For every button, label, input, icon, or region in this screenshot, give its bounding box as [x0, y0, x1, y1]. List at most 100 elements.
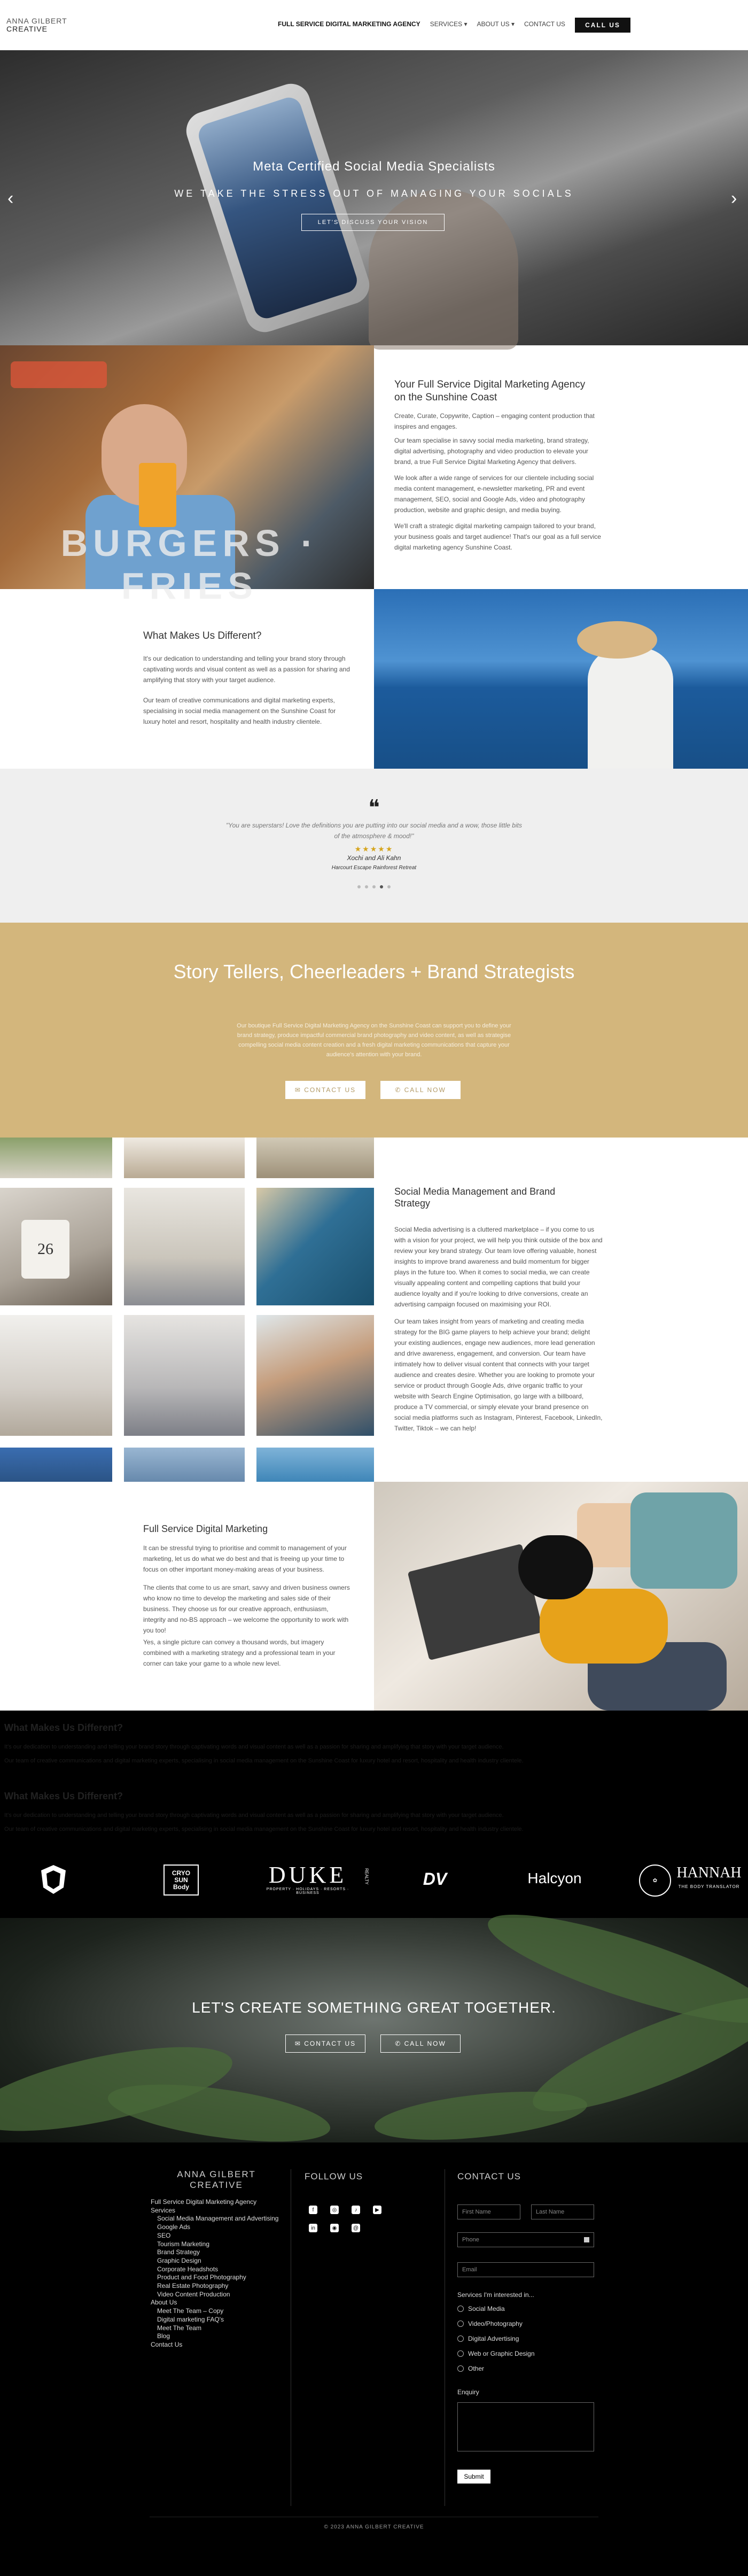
logo-cryosun: CRYO SUN Body	[163, 1865, 199, 1896]
footer-links: Full Service Digital Marketing Agency Ser…	[151, 2198, 278, 2349]
radio-web-design[interactable]: Web or Graphic Design	[457, 2350, 535, 2357]
straw-hat	[577, 621, 657, 659]
rating-stars: ★★★★★	[354, 845, 394, 853]
radio-other[interactable]: Other	[457, 2365, 484, 2372]
footer-link[interactable]: About Us	[151, 2299, 278, 2307]
instagram-icon[interactable]: ◎	[330, 2206, 339, 2214]
nav-contact[interactable]: CONTACT US	[524, 20, 565, 28]
dot[interactable]	[365, 885, 368, 888]
smm-heading: Social Media Management and Brand Strate…	[394, 1186, 556, 1209]
gold-call-button[interactable]: ✆ CALL NOW	[380, 1081, 461, 1099]
crest-icon	[41, 1865, 66, 1894]
call-us-button[interactable]: CALL US	[575, 18, 630, 33]
nav-about[interactable]: ABOUT US ▾	[477, 20, 515, 28]
linkedin-icon[interactable]: in	[309, 2224, 317, 2232]
dot-active[interactable]	[380, 885, 383, 888]
grid-desk-image	[0, 1315, 112, 1436]
lotus-icon: ✿	[639, 1865, 671, 1897]
laptop-woman-image	[374, 1482, 748, 1711]
enquiry-textarea[interactable]	[457, 2402, 594, 2451]
radio-digital-advertising[interactable]: Digital Advertising	[457, 2335, 519, 2342]
tiktok-icon[interactable]: ♪	[352, 2206, 360, 2214]
footer-link[interactable]: Digital marketing FAQ's	[151, 2316, 278, 2324]
footer-link[interactable]: Real Estate Photography	[151, 2282, 278, 2291]
radio-label: Digital Advertising	[468, 2335, 519, 2342]
cta-call-button[interactable]: ✆ CALL NOW	[380, 2035, 461, 2053]
footer-link[interactable]: Product and Food Photography	[151, 2273, 278, 2282]
footer-link[interactable]: Services	[151, 2207, 278, 2215]
yellow-shirt	[540, 1589, 668, 1664]
footer-link[interactable]: Contact Us	[151, 2341, 278, 2349]
radio-label: Web or Graphic Design	[468, 2350, 535, 2357]
footer-link[interactable]: Meet The Team	[151, 2324, 278, 2333]
radio-icon	[457, 2350, 464, 2357]
slider-next-icon[interactable]: ›	[731, 188, 737, 209]
youtube-icon[interactable]: ▶	[373, 2206, 381, 2214]
footer-link[interactable]: Graphic Design	[151, 2257, 278, 2265]
follow-heading: FOLLOW US	[305, 2171, 363, 2182]
discuss-vision-button[interactable]: LET'S DISCUSS YOUR VISION	[301, 214, 445, 231]
hair	[518, 1535, 593, 1599]
site-header: ANNA GILBERT CREATIVE FULL SERVICE DIGIT…	[0, 0, 748, 50]
cta-contact-button[interactable]: ✉ CONTACT US	[285, 2035, 365, 2053]
threads-icon[interactable]: @	[352, 2224, 360, 2232]
radio-social-media[interactable]: Social Media	[457, 2305, 505, 2312]
logo[interactable]: ANNA GILBERT CREATIVE	[6, 17, 67, 33]
facebook-icon[interactable]: f	[309, 2206, 317, 2214]
services-label: Services I'm interested in...	[457, 2291, 534, 2299]
footer-link[interactable]: Social Media Management and Advertising	[151, 2215, 278, 2223]
intro-p3: We look after a wide range of services f…	[394, 474, 594, 514]
gold-title: Story Tellers, Cheerleaders + Brand Stra…	[173, 961, 575, 983]
dot[interactable]	[357, 885, 361, 888]
fullservice-p2: The clients that come to us are smart, s…	[143, 1584, 350, 1634]
footer-link[interactable]: Full Service Digital Marketing Agency	[151, 2198, 278, 2207]
logo-hannah-tagline: THE BODY TRANSLATOR	[678, 1884, 740, 1889]
intro-p4: We'll craft a strategic digital marketin…	[394, 522, 601, 551]
footer-logo[interactable]: ANNA GILBERT CREATIVE	[150, 2169, 283, 2191]
hero-phone-image	[181, 79, 375, 337]
footer-link[interactable]: Google Ads	[151, 2223, 278, 2232]
radio-label: Video/Photography	[468, 2320, 523, 2327]
submit-button[interactable]: Submit	[457, 2470, 490, 2484]
logo-duke-tagline: PROPERTY · HOLIDAYS · RESORTS · BUSINESS	[266, 1887, 349, 1895]
dot[interactable]	[387, 885, 391, 888]
radio-video-photography[interactable]: Video/Photography	[457, 2320, 523, 2327]
gold-contact-button[interactable]: ✉ CONTACT US	[285, 1081, 365, 1099]
grid-women-image	[256, 1315, 374, 1436]
logo-line2: CREATIVE	[6, 25, 48, 33]
grid-coast-image	[256, 1188, 374, 1305]
slider-prev-icon[interactable]: ‹	[7, 188, 13, 209]
smm-p2: Our team takes insight from years of mar…	[394, 1318, 603, 1432]
footer-link[interactable]: Brand Strategy	[151, 2248, 278, 2257]
nav-home[interactable]: FULL SERVICE DIGITAL MARKETING AGENCY	[278, 20, 420, 28]
footer-logo-line1: ANNA GILBERT	[177, 2169, 256, 2179]
dot[interactable]	[372, 885, 376, 888]
first-name-input[interactable]: First Name	[457, 2204, 520, 2219]
logo-hannah: HANNAH	[676, 1865, 742, 1881]
footer-link[interactable]: Video Content Production	[151, 2291, 278, 2299]
grid-sea-image-2	[124, 1448, 245, 1482]
camera-icon[interactable]: ◉	[330, 2224, 339, 2232]
footer-link[interactable]: Tourism Marketing	[151, 2240, 278, 2249]
footer-link[interactable]: Meet The Team – Copy	[151, 2307, 278, 2316]
grid-plant-image	[0, 1138, 112, 1178]
radio-label: Other	[468, 2365, 485, 2372]
fullservice-heading: Full Service Digital Marketing	[143, 1523, 268, 1534]
fullservice-p1: It can be stressful trying to prioritise…	[143, 1544, 347, 1573]
footer-link[interactable]: SEO	[151, 2232, 278, 2240]
palm-leaf	[372, 2083, 590, 2148]
pillow-teal	[630, 1492, 737, 1589]
gold-text: Our boutique Full Service Digital Market…	[237, 1023, 511, 1058]
black-p1-1: It's our dedication to understanding and…	[4, 1744, 504, 1750]
logo-badge	[37, 1863, 69, 1896]
footer-link[interactable]: Blog	[151, 2332, 278, 2341]
main-nav: FULL SERVICE DIGITAL MARKETING AGENCY SE…	[278, 20, 565, 28]
nav-services[interactable]: SERVICES ▾	[430, 20, 467, 28]
footer-link[interactable]: Corporate Headshots	[151, 2265, 278, 2274]
last-name-input[interactable]: Last Name	[531, 2204, 594, 2219]
phone-input[interactable]: Phone	[457, 2232, 594, 2247]
woman-drink-image: BURGERS · FRIES	[0, 345, 374, 607]
email-input[interactable]: Email	[457, 2262, 594, 2277]
smm-p1: Social Media advertising is a cluttered …	[394, 1226, 603, 1308]
intro-heading: Your Full Service Digital Marketing Agen…	[394, 379, 586, 403]
